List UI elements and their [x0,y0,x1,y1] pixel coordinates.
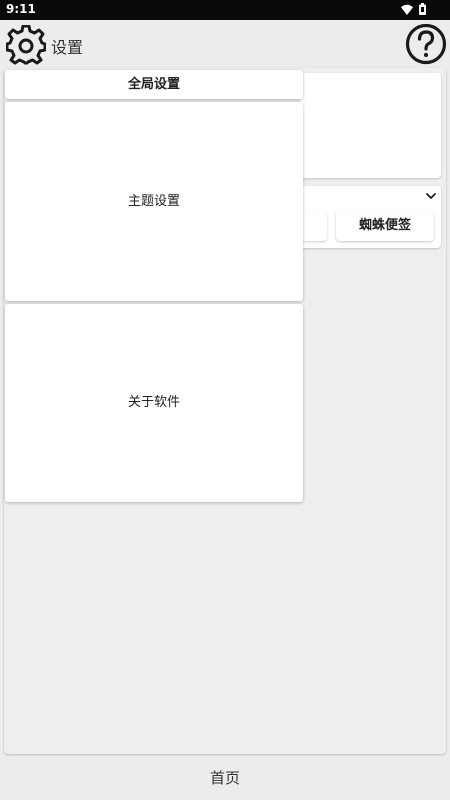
status-bar: 9:11 [0,0,450,20]
page-title: 设置 [51,38,84,57]
menu-item-global-settings[interactable]: 全局设置 [5,70,303,99]
bottom-nav: 首页 [0,756,450,800]
status-time: 9:11 [6,2,36,16]
menu-item-about[interactable]: 关于软件 [5,304,303,502]
spider-note-chip[interactable]: 蜘蛛便签 [336,211,434,241]
wifi-icon [401,4,413,15]
nav-home-tab[interactable]: 首页 [0,756,450,800]
gear-icon[interactable] [6,25,46,65]
chevron-down-icon[interactable] [425,191,437,201]
battery-icon [419,3,426,15]
menu-item-theme-settings[interactable]: 主题设置 [5,102,303,301]
app-header: 设置 [0,20,450,68]
help-icon[interactable] [405,23,447,65]
background-card [300,73,441,178]
